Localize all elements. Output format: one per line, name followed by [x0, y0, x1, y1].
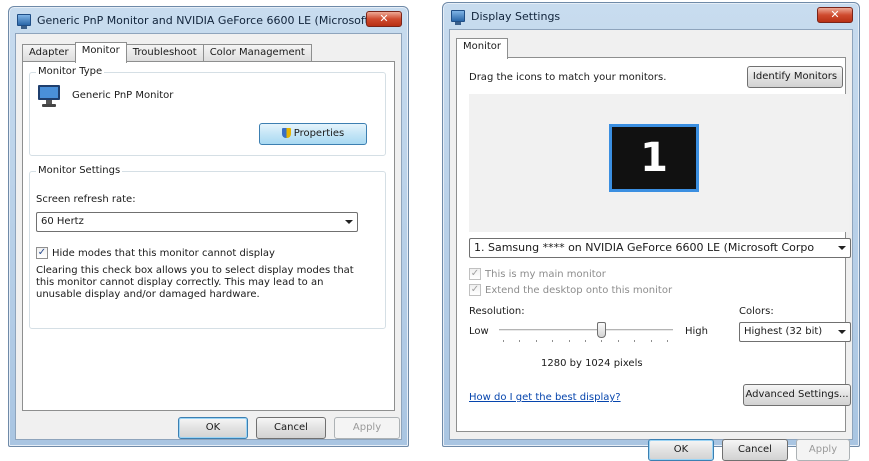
monitor-properties-window: Generic PnP Monitor and NVIDIA GeForce 6…	[8, 6, 409, 447]
window-body: Monitor Drag the icons to match your mon…	[449, 29, 853, 461]
tab-adapter[interactable]: Adapter	[22, 44, 76, 62]
main-monitor-label: This is my main monitor	[485, 269, 606, 280]
display-icon	[17, 14, 31, 29]
hide-modes-checkbox[interactable]: ✓	[36, 247, 48, 259]
slider-tick	[585, 340, 586, 342]
ok-button[interactable]: OK	[648, 439, 714, 461]
properties-label: Properties	[293, 128, 345, 139]
apply-button[interactable]: Apply	[334, 417, 400, 439]
best-display-help-link[interactable]: How do I get the best display?	[469, 392, 621, 403]
monitor-1-tile[interactable]: 1	[609, 124, 699, 192]
close-button[interactable]: ✕	[817, 7, 853, 23]
slider-tick	[569, 340, 570, 342]
window-body: Adapter Monitor Troubleshoot Color Manag…	[15, 33, 402, 440]
shield-icon	[281, 128, 291, 138]
monitor-type-label: Monitor Type	[36, 66, 105, 77]
title-bar[interactable]: Generic PnP Monitor and NVIDIA GeForce 6…	[9, 7, 408, 33]
monitor-settings-group: Monitor Settings Screen refresh rate: 60…	[29, 165, 386, 329]
tab-troubleshoot[interactable]: Troubleshoot	[125, 44, 204, 62]
resolution-label: Resolution:	[469, 306, 525, 317]
drag-instruction: Drag the icons to match your monitors.	[469, 72, 667, 83]
cancel-button[interactable]: Cancel	[256, 417, 326, 439]
identify-monitors-button[interactable]: Identify Monitors	[747, 66, 843, 88]
refresh-rate-value: 60 Hertz	[41, 216, 84, 227]
monitor-name: Generic PnP Monitor	[72, 90, 174, 101]
monitor-type-group: Monitor Type Generic PnP Monitor Propert…	[29, 66, 386, 156]
hide-modes-label: Hide modes that this monitor cannot disp…	[52, 248, 275, 259]
colors-select[interactable]: Highest (32 bit)	[739, 322, 851, 342]
display-settings-window: Display Settings ✕ Monitor Drag the icon…	[442, 2, 860, 461]
slider-tick	[503, 340, 504, 342]
monitor-tab-panel: Drag the icons to match your monitors. I…	[456, 57, 851, 432]
resolution-low-label: Low	[469, 326, 489, 337]
colors-value: Highest (32 bit)	[744, 326, 823, 337]
properties-button[interactable]: Properties	[259, 123, 367, 145]
resolution-high-label: High	[685, 326, 708, 337]
slider-track	[499, 329, 673, 331]
ok-button[interactable]: OK	[178, 417, 248, 439]
display-icon	[451, 10, 465, 25]
tab-color-management[interactable]: Color Management	[202, 44, 312, 62]
monitor-settings-label: Monitor Settings	[36, 165, 123, 176]
tab-monitor[interactable]: Monitor	[456, 38, 509, 59]
advanced-settings-button[interactable]: Advanced Settings...	[743, 384, 851, 406]
monitor-select[interactable]: 1. Samsung **** on NVIDIA GeForce 6600 L…	[469, 238, 851, 258]
resolution-value: 1280 by 1024 pixels	[541, 358, 643, 369]
cancel-button[interactable]: Cancel	[722, 439, 788, 461]
window-title: Generic PnP Monitor and NVIDIA GeForce 6…	[37, 13, 398, 27]
main-monitor-checkbox[interactable]: ✓	[469, 268, 481, 280]
slider-tick	[536, 340, 537, 342]
main-monitor-option[interactable]: ✓ This is my main monitor	[469, 268, 606, 280]
slider-thumb[interactable]	[597, 322, 606, 338]
slider-tick	[618, 340, 619, 342]
slider-tick	[651, 340, 652, 342]
tab-strip: Adapter Monitor Troubleshoot Color Manag…	[22, 42, 312, 63]
extend-desktop-option[interactable]: ✓ Extend the desktop onto this monitor	[469, 284, 672, 296]
hide-modes-option[interactable]: ✓ Hide modes that this monitor cannot dis…	[36, 247, 275, 259]
resolution-slider[interactable]	[499, 320, 673, 344]
extend-desktop-label: Extend the desktop onto this monitor	[485, 285, 673, 296]
hide-modes-description: Clearing this check box allows you to se…	[36, 265, 354, 300]
monitor-tab-panel: Monitor Type Generic PnP Monitor Propert…	[22, 61, 395, 411]
tab-monitor[interactable]: Monitor	[74, 42, 127, 63]
refresh-rate-select[interactable]: 60 Hertz	[36, 212, 358, 232]
tab-strip: Monitor	[456, 38, 509, 59]
slider-tick	[601, 340, 602, 342]
refresh-rate-label: Screen refresh rate:	[36, 194, 136, 205]
close-button[interactable]: ✕	[366, 11, 402, 27]
monitor-select-value: 1. Samsung **** on NVIDIA GeForce 6600 L…	[474, 241, 815, 254]
colors-label: Colors:	[739, 306, 774, 317]
apply-button[interactable]: Apply	[796, 439, 850, 461]
slider-tick	[552, 340, 553, 342]
chevron-down-icon	[345, 220, 353, 224]
monitor-icon	[38, 85, 60, 107]
slider-tick	[667, 340, 668, 342]
chevron-down-icon	[838, 330, 846, 334]
chevron-down-icon	[838, 246, 846, 250]
slider-tick	[634, 340, 635, 342]
slider-tick	[519, 340, 520, 342]
title-bar[interactable]: Display Settings	[443, 3, 859, 29]
monitor-arrangement-area[interactable]: 1	[469, 94, 849, 232]
extend-desktop-checkbox[interactable]: ✓	[469, 284, 481, 296]
window-title: Display Settings	[471, 9, 561, 23]
